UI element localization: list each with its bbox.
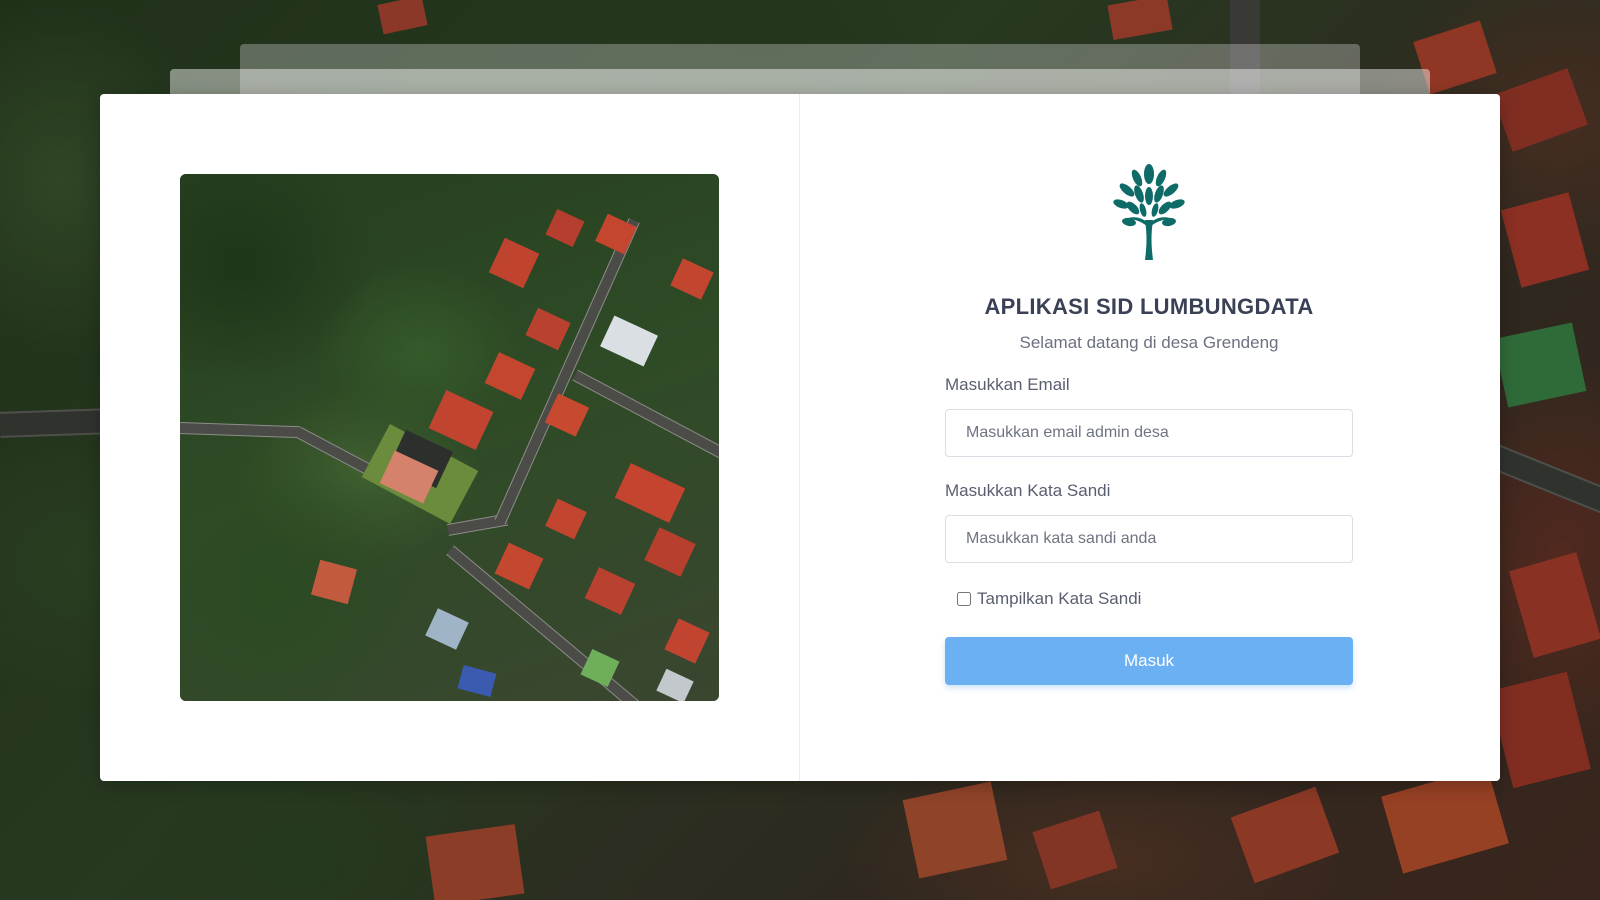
password-input[interactable] xyxy=(945,515,1353,563)
password-label: Masukkan Kata Sandi xyxy=(945,481,1111,500)
email-label: Masukkan Email xyxy=(945,375,1070,394)
card-form-panel: APLIKASI SID LUMBUNGDATA Selamat datang … xyxy=(800,94,1500,781)
login-card: APLIKASI SID LUMBUNGDATA Selamat datang … xyxy=(100,94,1500,781)
email-input[interactable] xyxy=(945,409,1353,457)
show-password-row: Tampilkan Kata Sandi xyxy=(945,589,1353,609)
show-password-label[interactable]: Tampilkan Kata Sandi xyxy=(977,589,1141,609)
login-button[interactable]: Masuk xyxy=(945,637,1353,685)
app-title: APLIKASI SID LUMBUNGDATA xyxy=(984,294,1314,319)
show-password-checkbox[interactable] xyxy=(957,592,971,606)
aerial-village-photo xyxy=(180,174,719,701)
app-subtitle: Selamat datang di desa Grendeng xyxy=(1019,333,1279,352)
login-form: APLIKASI SID LUMBUNGDATA Selamat datang … xyxy=(945,160,1353,685)
card-image-panel xyxy=(100,94,800,781)
tree-logo-icon xyxy=(1113,164,1185,260)
